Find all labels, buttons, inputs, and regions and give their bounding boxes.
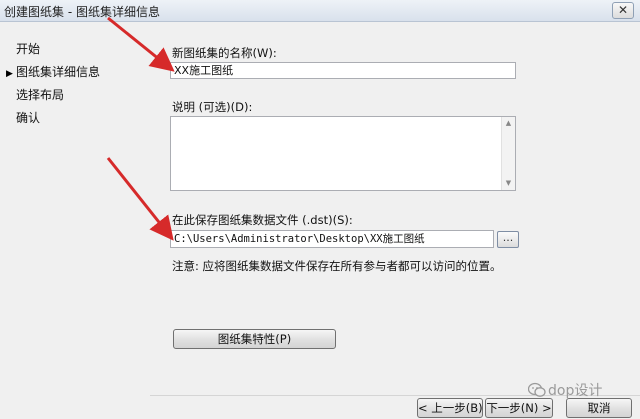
nav-item-confirm: 确认	[16, 109, 40, 126]
current-step-arrow-icon: ▶	[6, 69, 13, 79]
description-scrollbar[interactable]: ▲ ▼	[501, 117, 515, 190]
save-path-input[interactable]: C:\Users\Administrator\Desktop\XX施工图纸	[170, 230, 494, 248]
window-title: 创建图纸集 - 图纸集详细信息	[4, 5, 160, 19]
arrow-to-path-field	[106, 157, 174, 241]
close-icon: ✕	[617, 3, 629, 17]
scroll-up-icon[interactable]: ▲	[502, 117, 515, 130]
nav-item-label: 确认	[16, 111, 41, 125]
browse-button[interactable]: ...	[497, 231, 519, 248]
sheet-set-properties-button[interactable]: 图纸集特性(P)	[173, 329, 336, 349]
watermark-text: dop设计	[548, 383, 603, 399]
save-path-label: 在此保存图纸集数据文件 (.dst)(S):	[172, 213, 353, 227]
arrow-to-name-field	[107, 16, 175, 72]
nav-item-label: 图纸集详细信息	[16, 65, 101, 79]
nav-item-start: 开始	[16, 40, 40, 57]
storage-note: 注意: 应将图纸集数据文件保存在所有参与者都可以访问的位置。	[172, 259, 502, 273]
nav-item-label: 选择布局	[16, 88, 65, 102]
description-textarea[interactable]: ▲ ▼	[170, 116, 516, 191]
sheet-set-name-label: 新图纸集的名称(W):	[172, 46, 277, 60]
wechat-logo-icon	[528, 382, 546, 397]
description-label: 说明 (可选)(D):	[172, 100, 253, 114]
nav-item-sheet-set-details: ▶ 图纸集详细信息	[6, 63, 100, 80]
back-button[interactable]: < 上一步(B)	[417, 398, 483, 418]
title-bar: 创建图纸集 - 图纸集详细信息 ✕	[0, 0, 640, 22]
nav-item-label: 开始	[16, 42, 41, 56]
close-button[interactable]: ✕	[612, 2, 634, 19]
watermark: dop设计	[528, 378, 638, 402]
nav-item-choose-layouts: 选择布局	[16, 86, 64, 103]
scroll-down-icon[interactable]: ▼	[502, 177, 515, 190]
sheet-set-name-input[interactable]: XX施工图纸	[170, 62, 516, 79]
